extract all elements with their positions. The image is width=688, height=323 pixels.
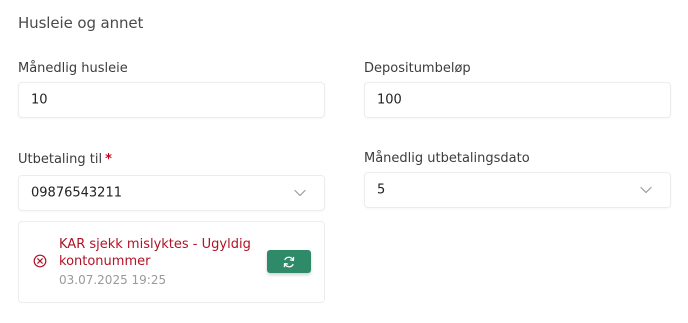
status-timestamp: 03.07.2025 19:25 (59, 273, 167, 287)
retry-check-button[interactable] (267, 250, 311, 273)
chevron-down-icon (640, 186, 652, 194)
payout-to-select[interactable]: 09876543211 (18, 175, 325, 211)
chevron-down-icon (294, 189, 306, 197)
monthly-payout-date-label: Månedlig utbetalingsdato (364, 151, 530, 166)
status-message: KAR sjekk mislyktes - Ugyldig kontonumme… (59, 237, 251, 269)
monthly-rent-input[interactable]: 10 (18, 82, 325, 118)
payout-to-value: 09876543211 (31, 185, 122, 201)
monthly-rent-value: 10 (31, 92, 48, 108)
monthly-rent-label: Månedlig husleie (18, 61, 128, 76)
account-check-status-card: KAR sjekk mislyktes - Ugyldig kontonumme… (18, 221, 325, 303)
payout-to-label-text: Utbetaling til (18, 152, 103, 167)
payout-to-label: Utbetaling til * (18, 152, 112, 167)
deposit-input[interactable]: 100 (364, 82, 671, 118)
deposit-label: Depositumbeløp (364, 61, 471, 76)
section-title: Husleie og annet (18, 14, 144, 32)
monthly-payout-date-select[interactable]: 5 (364, 172, 671, 208)
deposit-value: 100 (377, 92, 402, 108)
monthly-payout-date-value: 5 (377, 182, 386, 198)
refresh-icon (283, 256, 295, 268)
error-circle-x-icon (33, 254, 47, 268)
required-marker: * (105, 152, 112, 167)
